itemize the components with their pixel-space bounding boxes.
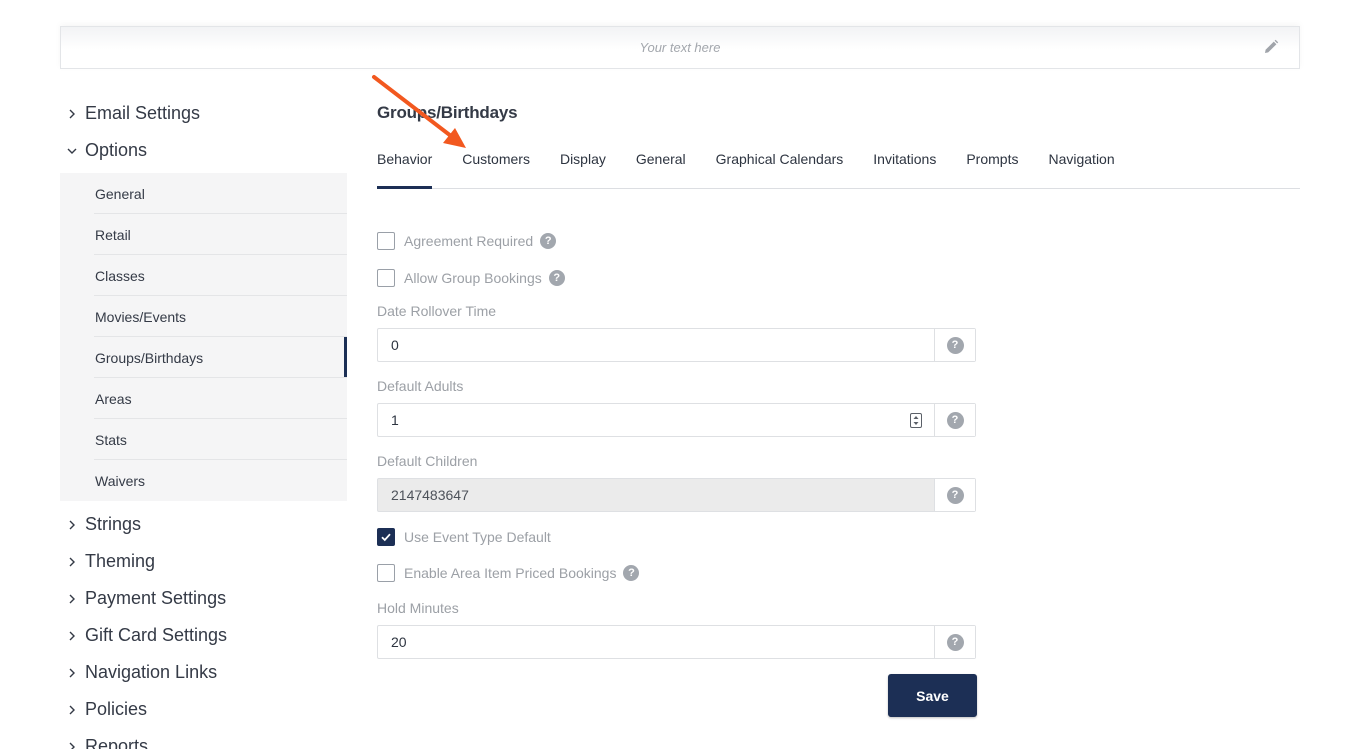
hold-minutes-input[interactable] bbox=[378, 626, 934, 658]
help-icon[interactable]: ? bbox=[623, 565, 640, 581]
banner-placeholder-text: Your text here bbox=[639, 40, 721, 55]
chevron-right-icon bbox=[60, 631, 84, 641]
sidebar-section-label: Policies bbox=[85, 699, 148, 719]
sidebar-section-gift-card-settings[interactable]: Gift Card Settings bbox=[60, 617, 347, 654]
header-banner: Your text here bbox=[60, 26, 1300, 69]
sidebar-section-reports[interactable]: Reports bbox=[60, 728, 347, 749]
chevron-right-icon bbox=[60, 705, 84, 715]
pencil-icon[interactable] bbox=[1263, 39, 1279, 55]
default-children-field: ? bbox=[377, 478, 976, 512]
tab-prompts[interactable]: Prompts bbox=[966, 131, 1018, 188]
chevron-right-icon bbox=[60, 109, 84, 119]
sidebar-section-options[interactable]: Options bbox=[60, 132, 347, 169]
help-icon[interactable]: ? bbox=[946, 411, 964, 429]
tab-graphical-calendars[interactable]: Graphical Calendars bbox=[716, 131, 844, 188]
sidebar-item-classes[interactable]: Classes bbox=[60, 255, 347, 296]
allow-group-bookings-row: Allow Group Bookings ? bbox=[377, 268, 977, 288]
chevron-right-icon bbox=[60, 668, 84, 678]
use-event-type-default-checkbox[interactable] bbox=[377, 528, 395, 546]
hold-minutes-field: ? bbox=[377, 625, 976, 659]
save-button[interactable]: Save bbox=[888, 674, 977, 717]
tab-customers[interactable]: Customers bbox=[462, 131, 530, 188]
help-icon[interactable]: ? bbox=[946, 486, 964, 504]
sidebar-section-strings[interactable]: Strings bbox=[60, 506, 347, 543]
number-stepper-icon[interactable] bbox=[910, 413, 922, 428]
sidebar-item-movies-events[interactable]: Movies/Events bbox=[60, 296, 347, 337]
allow-group-bookings-label: Allow Group Bookings bbox=[404, 270, 542, 286]
sidebar-section-label: Theming bbox=[85, 551, 156, 571]
sidebar-section-label: Navigation Links bbox=[85, 662, 218, 682]
enable-area-item-priced-bookings-row: Enable Area Item Priced Bookings ? bbox=[377, 563, 977, 583]
sidebar-section-label: Strings bbox=[85, 514, 142, 534]
tab-invitations[interactable]: Invitations bbox=[873, 131, 936, 188]
main-panel: Groups/Birthdays Behavior Customers Disp… bbox=[377, 95, 1300, 717]
chevron-down-icon bbox=[60, 146, 84, 156]
chevron-right-icon bbox=[60, 594, 84, 604]
default-children-label: Default Children bbox=[377, 453, 478, 469]
help-icon[interactable]: ? bbox=[946, 633, 964, 651]
default-adults-field: ? bbox=[377, 403, 976, 437]
page-title: Groups/Birthdays bbox=[377, 103, 518, 122]
options-subnav: General Retail Classes Movies/Events Gro… bbox=[60, 173, 347, 501]
sidebar-item-retail[interactable]: Retail bbox=[60, 214, 347, 255]
default-adults-label: Default Adults bbox=[377, 378, 464, 394]
sidebar-section-policies[interactable]: Policies bbox=[60, 691, 347, 728]
sidebar-section-label: Email Settings bbox=[85, 103, 201, 123]
sidebar-item-general[interactable]: General bbox=[60, 173, 347, 214]
help-addon: ? bbox=[934, 479, 975, 511]
chevron-right-icon bbox=[60, 742, 84, 749]
help-addon: ? bbox=[934, 329, 975, 361]
sidebar-item-waivers[interactable]: Waivers bbox=[60, 460, 347, 501]
date-rollover-time-label: Date Rollover Time bbox=[377, 303, 497, 319]
help-addon: ? bbox=[934, 404, 975, 436]
sidebar-section-label: Reports bbox=[85, 736, 149, 749]
agreement-required-label: Agreement Required bbox=[404, 233, 534, 249]
tab-navigation[interactable]: Navigation bbox=[1048, 131, 1114, 188]
tab-behavior[interactable]: Behavior bbox=[377, 131, 433, 189]
agreement-required-checkbox[interactable] bbox=[377, 232, 395, 250]
default-children-input bbox=[378, 479, 934, 511]
sidebar-item-stats[interactable]: Stats bbox=[60, 419, 347, 460]
sidebar-item-areas[interactable]: Areas bbox=[60, 378, 347, 419]
enable-area-item-priced-bookings-checkbox[interactable] bbox=[377, 564, 395, 582]
sidebar-section-email-settings[interactable]: Email Settings bbox=[60, 95, 347, 132]
use-event-type-default-row: Use Event Type Default bbox=[377, 527, 977, 547]
sidebar-item-groups-birthdays[interactable]: Groups/Birthdays bbox=[60, 337, 347, 378]
sidebar-section-payment-settings[interactable]: Payment Settings bbox=[60, 580, 347, 617]
sidebar-section-label: Payment Settings bbox=[85, 588, 227, 608]
sidebar-section-theming[interactable]: Theming bbox=[60, 543, 347, 580]
sidebar-section-label: Gift Card Settings bbox=[85, 625, 228, 645]
help-icon[interactable]: ? bbox=[540, 233, 557, 249]
hold-minutes-label: Hold Minutes bbox=[377, 600, 459, 616]
date-rollover-time-input[interactable] bbox=[378, 329, 934, 361]
tab-display[interactable]: Display bbox=[560, 131, 606, 188]
chevron-right-icon bbox=[60, 520, 84, 530]
tab-general[interactable]: General bbox=[636, 131, 686, 188]
sidebar-section-label: Options bbox=[85, 140, 148, 160]
enable-area-item-priced-bookings-label: Enable Area Item Priced Bookings bbox=[404, 565, 617, 581]
checkmark-icon bbox=[381, 533, 391, 542]
behavior-form: Agreement Required ? Allow Group Booking… bbox=[377, 231, 977, 717]
date-rollover-time-field: ? bbox=[377, 328, 976, 362]
default-adults-input[interactable] bbox=[378, 404, 934, 436]
settings-sidebar: Email Settings Options General Retail Cl… bbox=[60, 95, 347, 749]
help-addon: ? bbox=[934, 626, 975, 658]
allow-group-bookings-checkbox[interactable] bbox=[377, 269, 395, 287]
use-event-type-default-label: Use Event Type Default bbox=[404, 529, 551, 545]
sidebar-section-navigation-links[interactable]: Navigation Links bbox=[60, 654, 347, 691]
agreement-required-row: Agreement Required ? bbox=[377, 231, 977, 251]
help-icon[interactable]: ? bbox=[946, 336, 964, 354]
chevron-right-icon bbox=[60, 557, 84, 567]
tab-bar: Behavior Customers Display General Graph… bbox=[377, 131, 1300, 189]
help-icon[interactable]: ? bbox=[548, 270, 565, 286]
